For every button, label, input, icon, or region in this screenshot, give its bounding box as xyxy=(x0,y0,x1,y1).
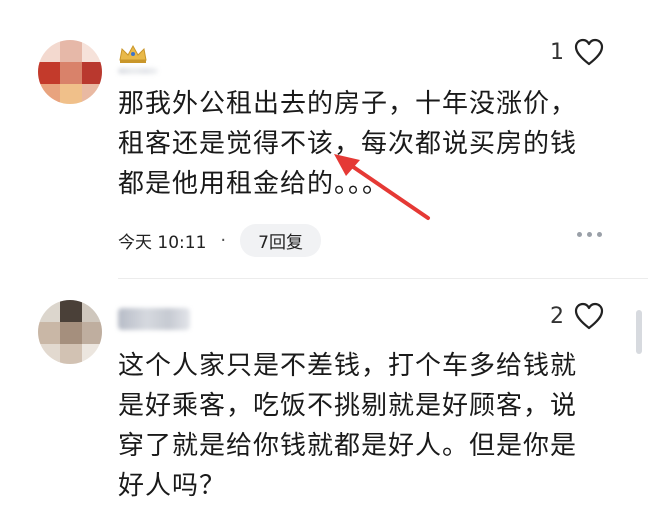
comment-item: 2 这个人家只是不差钱，打个车多给钱就 是好乘客，吃饭不挑剔就是好顾客，说 穿了… xyxy=(0,280,648,512)
username-redacted xyxy=(118,308,190,330)
heart-outline-icon xyxy=(574,38,604,66)
avatar[interactable] xyxy=(38,40,102,104)
avatar[interactable] xyxy=(38,300,102,364)
comment-time: 今天 10:11 xyxy=(118,232,207,253)
comment-text: 这个人家只是不差钱，打个车多给钱就 是好乘客，吃饭不挑剔就是好顾客，说 穿了就是… xyxy=(118,351,578,501)
more-dots-icon[interactable] xyxy=(577,232,602,237)
comment-item: 1 那我外公租出去的房子，十年没涨价， 租客还是觉得不该，每次都说买房的钱 都是… xyxy=(0,0,648,280)
comment-meta: 今天 10:11 · 7回复 xyxy=(118,223,321,257)
replies-button[interactable]: 7回复 xyxy=(240,223,321,257)
red-arrow-annotation xyxy=(334,154,430,220)
like-button[interactable]: 2 xyxy=(550,302,604,330)
like-count: 1 xyxy=(550,39,564,65)
like-count: 2 xyxy=(550,303,564,329)
divider xyxy=(118,278,648,279)
username-redacted xyxy=(118,68,158,74)
like-button[interactable]: 1 xyxy=(550,38,604,66)
scrollbar[interactable] xyxy=(636,310,642,354)
crown-badge-icon xyxy=(118,44,148,64)
heart-outline-icon xyxy=(574,302,604,330)
separator: · xyxy=(220,229,227,251)
